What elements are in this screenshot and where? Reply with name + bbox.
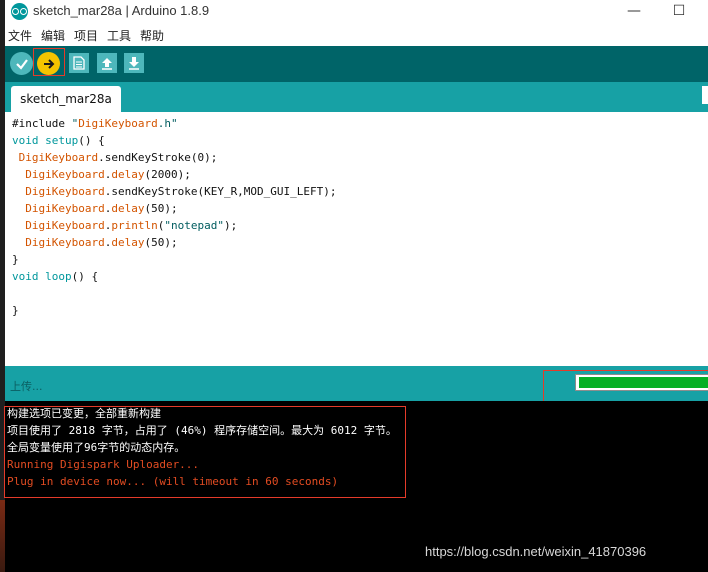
maximize-button[interactable]: ☐: [665, 1, 693, 21]
menu-edit[interactable]: 编辑: [41, 27, 65, 44]
code-line: #include "DigiKeyboard.h": [12, 117, 178, 130]
menu-tools[interactable]: 工具: [107, 27, 131, 44]
status-message: 上传...: [10, 380, 43, 393]
tab-sketch[interactable]: sketch_mar28a: [11, 86, 121, 112]
code-line: DigiKeyboard.delay(2000);: [25, 168, 191, 181]
code-line: }: [12, 304, 19, 317]
code-line: DigiKeyboard.sendKeyStroke(KEY_R,MOD_GUI…: [25, 185, 337, 198]
console-highlight-box: [4, 406, 406, 498]
save-button[interactable]: [124, 53, 144, 73]
code-line: }: [12, 253, 19, 266]
upload-highlight-box: [33, 48, 65, 76]
tab-strip: sketch_mar28a: [5, 82, 708, 112]
watermark: https://blog.csdn.net/weixin_41870396: [425, 544, 647, 559]
arrow-up-icon: [102, 58, 112, 70]
status-bar: 上传...: [5, 366, 708, 410]
code-line: DigiKeyboard.println("notepad");: [25, 219, 238, 232]
code-line: DigiKeyboard.delay(50);: [25, 236, 178, 249]
code-line: DigiKeyboard.sendKeyStroke(0);: [18, 151, 218, 164]
menu-help[interactable]: 帮助: [140, 27, 164, 44]
check-icon: [15, 58, 28, 70]
code-line: void loop() {: [12, 270, 99, 283]
window-title: sketch_mar28a | Arduino 1.8.9: [33, 3, 210, 18]
menu-sketch[interactable]: 项目: [74, 27, 98, 44]
menu-file[interactable]: 文件: [8, 27, 32, 44]
arrow-down-icon: [129, 57, 139, 70]
toolbar: [5, 46, 708, 82]
code-line: DigiKeyboard.delay(50);: [25, 202, 178, 215]
arduino-logo-icon: [11, 3, 28, 20]
open-button[interactable]: [97, 53, 117, 73]
menu-bar: 文件 编辑 项目 工具 帮助: [5, 24, 708, 46]
tab-menu-button[interactable]: [702, 86, 708, 104]
code-editor[interactable]: #include "DigiKeyboard.h" void setup() {…: [5, 112, 708, 366]
file-icon: [73, 56, 85, 70]
title-bar: sketch_mar28a | Arduino 1.8.9 — ☐: [5, 0, 708, 23]
new-button[interactable]: [69, 53, 89, 73]
console-output[interactable]: 构建选项已变更，全部重新构建 项目使用了 2818 字节，占用了 (46%) 程…: [4, 401, 708, 572]
code-line: void setup() {: [12, 134, 105, 147]
verify-button[interactable]: [10, 52, 33, 75]
minimize-button[interactable]: —: [620, 1, 648, 21]
